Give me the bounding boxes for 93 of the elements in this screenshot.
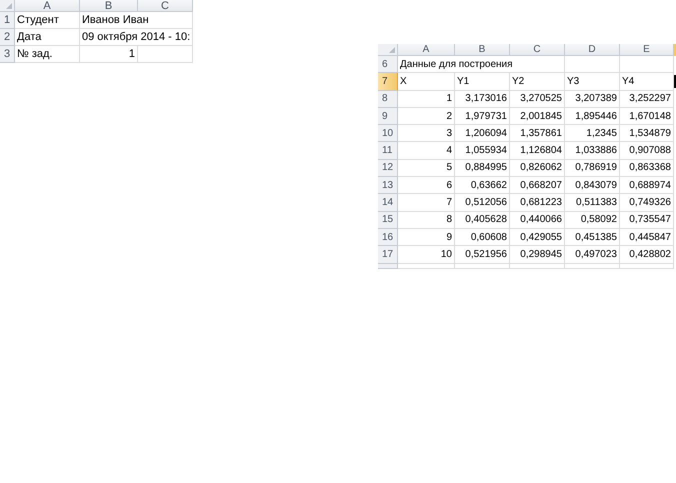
cell-text: 1,206094 bbox=[465, 128, 507, 139]
row-header[interactable]: 14 bbox=[378, 194, 398, 212]
empty-cell[interactable] bbox=[620, 56, 674, 74]
empty-cell[interactable] bbox=[138, 46, 193, 63]
row-header[interactable]: 16 bbox=[378, 228, 398, 246]
cell-text: 0,681223 bbox=[520, 197, 562, 208]
row-header[interactable]: 15 bbox=[378, 212, 398, 229]
row-header[interactable]: 13 bbox=[378, 177, 398, 194]
cell-text: 09 октября 2014 - 10: bbox=[82, 30, 190, 44]
cell-text: 3,252297 bbox=[629, 93, 671, 104]
cell-text: 0,521956 bbox=[465, 248, 507, 260]
cell-text: 0,826062 bbox=[520, 162, 562, 174]
column-header[interactable]: C bbox=[138, 0, 193, 12]
cell-text: 0,735547 bbox=[629, 214, 671, 226]
cell-text: 0,451385 bbox=[575, 232, 617, 243]
cell-text: 0,511383 bbox=[576, 197, 617, 208]
row-header[interactable]: 17 bbox=[378, 246, 398, 264]
cell-text: 0,843079 bbox=[575, 180, 617, 191]
cell-text: Иванов Иван bbox=[82, 14, 149, 26]
cell-text: 1,055934 bbox=[465, 145, 507, 156]
empty-cell[interactable] bbox=[620, 264, 674, 269]
cell-text: Y4 bbox=[622, 76, 634, 87]
cell-text: 3 bbox=[446, 128, 452, 139]
column-header[interactable]: A bbox=[398, 44, 455, 56]
cell-text: 1,979731 bbox=[465, 110, 507, 122]
cell-text: 0,405628 bbox=[465, 214, 507, 226]
row-header[interactable]: 2 bbox=[0, 29, 15, 46]
cell-text: Y2 bbox=[512, 76, 524, 87]
row-header[interactable]: 3 bbox=[0, 46, 15, 63]
empty-cell[interactable] bbox=[565, 56, 620, 74]
cell-text: 1,895446 bbox=[575, 110, 617, 122]
select-all-corner[interactable] bbox=[378, 44, 398, 56]
cell-text: 1,126804 bbox=[520, 145, 562, 156]
cell-text: 0,428802 bbox=[629, 248, 671, 260]
cell-text: 3,270525 bbox=[520, 93, 562, 104]
row-header[interactable]: 6 bbox=[378, 56, 398, 74]
row-header[interactable]: 9 bbox=[378, 108, 398, 126]
cell-text: 2 bbox=[446, 110, 452, 122]
cell-text: 1,534879 bbox=[629, 128, 671, 139]
cell-text: № зад. bbox=[17, 48, 52, 60]
row-header[interactable]: 10 bbox=[378, 125, 398, 142]
cell-text: Данные для построения bbox=[400, 58, 513, 70]
cell-text: 0,429055 bbox=[520, 232, 562, 243]
cell-text: Студент bbox=[17, 14, 59, 26]
column-header[interactable]: B bbox=[80, 0, 138, 12]
cell-text: 2,001845 bbox=[520, 110, 562, 122]
cell-text: 8 bbox=[446, 214, 452, 226]
empty-cell[interactable] bbox=[510, 264, 565, 269]
cell-text: Дата bbox=[17, 30, 42, 44]
cell-text: 1,670148 bbox=[629, 110, 671, 122]
cell-text: X bbox=[400, 76, 407, 87]
cell-text: 3,207389 bbox=[575, 93, 617, 104]
cell-text: 9 bbox=[446, 232, 452, 243]
cell-text: 0,60608 bbox=[470, 232, 507, 243]
column-header[interactable]: D bbox=[565, 44, 620, 56]
row-header[interactable] bbox=[378, 264, 398, 269]
cell-text: 1,033886 bbox=[575, 145, 617, 156]
cell-text: 0,445847 bbox=[629, 232, 671, 243]
cell-text: 10 bbox=[440, 248, 452, 260]
cell-text: 0,786919 bbox=[575, 162, 617, 174]
row-header[interactable]: 1 bbox=[0, 12, 15, 29]
cell-text: 0,58092 bbox=[580, 214, 617, 226]
cell-text: 1,2345 bbox=[586, 128, 617, 139]
cell-text: 0,497023 bbox=[575, 248, 617, 260]
cell-text: 6 bbox=[446, 180, 452, 191]
column-header[interactable]: B bbox=[455, 44, 510, 56]
column-header[interactable]: A bbox=[15, 0, 80, 12]
row-header[interactable]: 11 bbox=[378, 142, 398, 160]
cell-text: 0,688974 bbox=[629, 180, 671, 191]
cell-text: 3,173016 bbox=[465, 93, 507, 104]
column-header[interactable]: C bbox=[510, 44, 565, 56]
cell-text: 0,884995 bbox=[465, 162, 507, 174]
cell-text: 0,512056 bbox=[465, 197, 507, 208]
cell-text: 5 bbox=[446, 162, 452, 174]
cell-text: 0,298945 bbox=[520, 248, 562, 260]
empty-cell[interactable] bbox=[565, 264, 620, 269]
cell-text: 0,907088 bbox=[629, 145, 671, 156]
cell-text: Y3 bbox=[567, 76, 580, 87]
select-all-corner[interactable] bbox=[0, 0, 15, 12]
row-header[interactable]: 7 bbox=[378, 73, 398, 91]
cell-text: 0,63662 bbox=[470, 180, 507, 191]
cell-text: 0,440066 bbox=[520, 214, 562, 226]
cell-text: 0,668207 bbox=[520, 180, 562, 191]
cell-text: 0,749326 bbox=[629, 197, 671, 208]
row-header[interactable]: 8 bbox=[378, 90, 398, 108]
column-header[interactable]: E bbox=[620, 44, 674, 56]
triangle-icon bbox=[6, 3, 12, 9]
cell-text: Y1 bbox=[457, 76, 470, 87]
empty-cell[interactable] bbox=[455, 264, 510, 269]
cell-text: 0,863368 bbox=[629, 162, 671, 174]
row-header[interactable]: 12 bbox=[378, 160, 398, 178]
cell-text: 1,357861 bbox=[520, 128, 562, 139]
triangle-icon bbox=[389, 47, 395, 53]
